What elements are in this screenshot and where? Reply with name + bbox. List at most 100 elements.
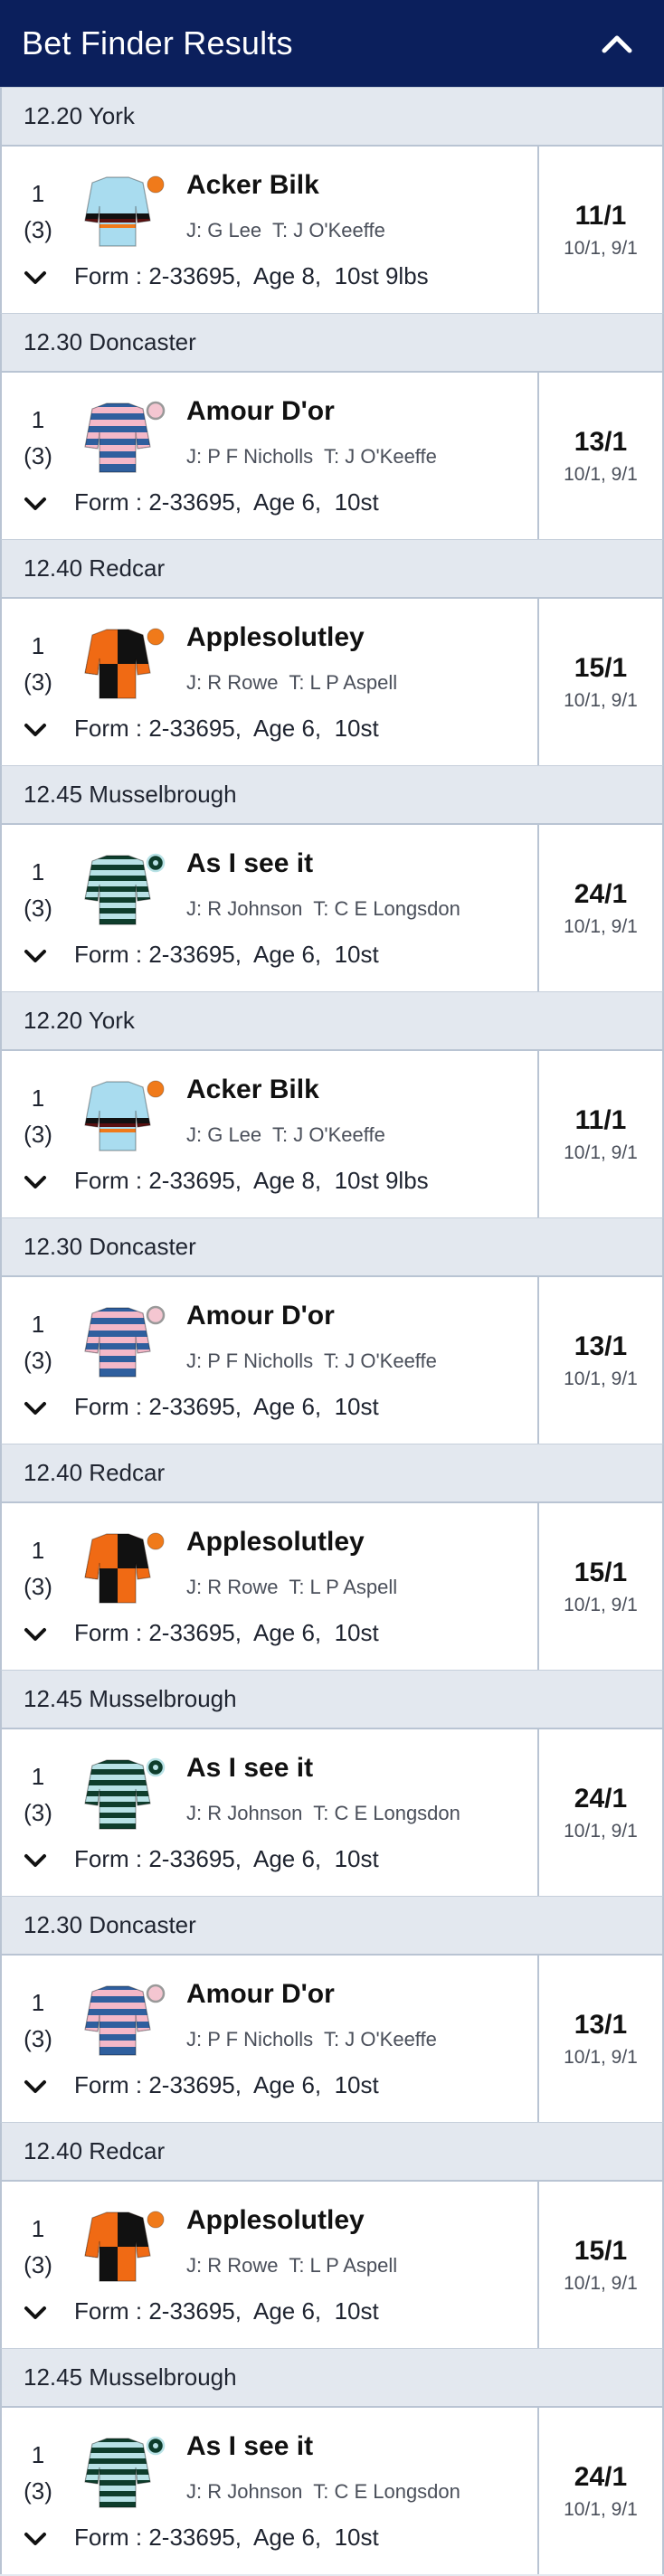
odds-button[interactable]: 24/1 10/1, 9/1	[537, 1729, 662, 1896]
runner-row[interactable]: 1 (3) Amour D'or J: P F Nicholls T: J O'…	[0, 1954, 664, 2122]
odds-button[interactable]: 13/1 10/1, 9/1	[537, 373, 662, 539]
race-section-header: 12.45 Musselbrough	[0, 2348, 664, 2406]
runner-number: 1	[31, 1084, 45, 1112]
runner-row[interactable]: 1 (3) Acker Bilk J: G Lee T: J O'Keeffe …	[0, 1049, 664, 1217]
jockey-name: J: R Johnson	[186, 2480, 303, 2503]
runner-draw: (3)	[24, 668, 52, 696]
horse-name[interactable]: Amour D'or	[186, 396, 335, 427]
jockey-name: J: R Rowe	[186, 2254, 279, 2277]
horse-name[interactable]: As I see it	[186, 848, 313, 879]
runner-position: 1 (3)	[18, 1758, 58, 1831]
runner-details: 1 (3) Amour D'or J: P F Nicholls T: J O'…	[2, 1277, 537, 1444]
jockey-name: J: P F Nicholls	[186, 445, 314, 468]
jockey-silks-icon	[84, 1305, 166, 1378]
odds-button[interactable]: 24/1 10/1, 9/1	[537, 825, 662, 991]
current-odds: 13/1	[574, 1331, 628, 1361]
horse-name[interactable]: Amour D'or	[186, 1979, 335, 2010]
odds-button[interactable]: 24/1 10/1, 9/1	[537, 2408, 662, 2574]
odds-button[interactable]: 15/1 10/1, 9/1	[537, 2182, 662, 2348]
odds-button[interactable]: 11/1 10/1, 9/1	[537, 1051, 662, 1217]
race-time-venue: 12.45 Musselbrough	[24, 781, 237, 808]
horse-name[interactable]: As I see it	[186, 1753, 313, 1784]
chevron-down-icon[interactable]	[24, 270, 47, 286]
chevron-down-icon[interactable]	[24, 1626, 47, 1643]
runner-position: 1 (3)	[18, 1080, 58, 1152]
chevron-down-icon[interactable]	[24, 1174, 47, 1190]
race-section-header: 12.30 Doncaster	[0, 1896, 664, 1954]
form-summary: Form : 2-33695, Age 8, 10st 9lbs	[74, 262, 429, 289]
chevron-up-icon[interactable]	[601, 33, 633, 54]
odds-button[interactable]: 13/1 10/1, 9/1	[537, 1277, 662, 1444]
jockey-trainer: J: R Johnson T: C E Longsdon	[186, 897, 460, 921]
runner-number: 1	[31, 1311, 45, 1338]
trainer-name: T: L P Aspell	[289, 671, 398, 694]
odds-button[interactable]: 11/1 10/1, 9/1	[537, 147, 662, 313]
form-summary: Form : 2-33695, Age 6, 10st	[74, 1619, 379, 1646]
horse-name[interactable]: Acker Bilk	[186, 170, 319, 201]
runner-row[interactable]: 1 (3) Acker Bilk J: G Lee T: J O'Keeffe …	[0, 145, 664, 313]
runner-row[interactable]: 1 (3) Applesolutley J: R Rowe T: L P Asp…	[0, 597, 664, 765]
race-section-header: 12.30 Doncaster	[0, 1217, 664, 1275]
trainer-name: T: L P Aspell	[289, 1576, 398, 1598]
runner-position: 1 (3)	[18, 2437, 58, 2509]
current-odds: 13/1	[574, 2010, 628, 2040]
chevron-down-icon[interactable]	[24, 2531, 47, 2547]
previous-odds: 10/1, 9/1	[564, 1595, 638, 1615]
current-odds: 13/1	[574, 427, 628, 457]
horse-name[interactable]: Acker Bilk	[186, 1075, 319, 1105]
jockey-silks-icon	[84, 175, 165, 247]
runner-number: 1	[31, 2441, 45, 2468]
odds-button[interactable]: 13/1 10/1, 9/1	[537, 1956, 662, 2122]
horse-name[interactable]: As I see it	[186, 2431, 313, 2462]
form-summary: Form : 2-33695, Age 6, 10st	[74, 2524, 379, 2551]
jockey-silks-icon	[84, 628, 165, 699]
trainer-name: T: J O'Keeffe	[271, 1123, 385, 1146]
form-summary: Form : 2-33695, Age 6, 10st	[74, 488, 379, 516]
previous-odds: 10/1, 9/1	[564, 916, 638, 937]
form-summary: Form : 2-33695, Age 8, 10st 9lbs	[74, 1167, 429, 1194]
runner-details: 1 (3) As I see it J: R Johnson T: C E Lo…	[2, 825, 537, 991]
runner-row[interactable]: 1 (3) Amour D'or J: P F Nicholls T: J O'…	[0, 371, 664, 539]
horse-name[interactable]: Applesolutley	[186, 622, 365, 653]
runner-row[interactable]: 1 (3) Applesolutley J: R Rowe T: L P Asp…	[0, 2180, 664, 2348]
trainer-name: T: C E Longsdon	[313, 1802, 460, 1824]
horse-name[interactable]: Applesolutley	[186, 1527, 365, 1558]
runner-draw: (3)	[24, 2477, 52, 2505]
runner-row[interactable]: 1 (3) As I see it J: R Johnson T: C E Lo…	[0, 823, 664, 991]
race-section-header: 12.20 York	[0, 991, 664, 1049]
runner-details: 1 (3) Applesolutley J: R Rowe T: L P Asp…	[2, 599, 537, 765]
previous-odds: 10/1, 9/1	[564, 238, 638, 259]
race-section-header: 12.40 Redcar	[0, 2122, 664, 2180]
jockey-name: J: G Lee	[186, 219, 262, 242]
jockey-trainer: J: G Lee T: J O'Keeffe	[186, 1123, 385, 1147]
chevron-down-icon[interactable]	[24, 722, 47, 738]
chevron-down-icon[interactable]	[24, 2305, 47, 2321]
runner-draw: (3)	[24, 895, 52, 922]
odds-button[interactable]: 15/1 10/1, 9/1	[537, 1503, 662, 1670]
runner-row[interactable]: 1 (3) Amour D'or J: P F Nicholls T: J O'…	[0, 1275, 664, 1444]
chevron-down-icon[interactable]	[24, 1852, 47, 1869]
runner-row[interactable]: 1 (3) As I see it J: R Johnson T: C E Lo…	[0, 1728, 664, 1896]
runner-draw: (3)	[24, 1347, 52, 1374]
previous-odds: 10/1, 9/1	[564, 2273, 638, 2294]
previous-odds: 10/1, 9/1	[564, 1142, 638, 1163]
previous-odds: 10/1, 9/1	[564, 2499, 638, 2520]
runner-draw: (3)	[24, 2251, 52, 2278]
runner-details: 1 (3) Acker Bilk J: G Lee T: J O'Keeffe …	[2, 147, 537, 313]
race-time-venue: 12.45 Musselbrough	[24, 2363, 237, 2391]
runner-row[interactable]: 1 (3) As I see it J: R Johnson T: C E Lo…	[0, 2406, 664, 2574]
horse-name[interactable]: Applesolutley	[186, 2205, 365, 2236]
jockey-name: J: R Rowe	[186, 671, 279, 694]
race-time-venue: 12.30 Doncaster	[24, 1233, 196, 1260]
chevron-down-icon[interactable]	[24, 1400, 47, 1416]
runner-row[interactable]: 1 (3) Applesolutley J: R Rowe T: L P Asp…	[0, 1501, 664, 1670]
race-list: 12.20 York 1 (3) Acker Bilk J: G Lee T: …	[0, 87, 664, 2574]
previous-odds: 10/1, 9/1	[564, 690, 638, 711]
odds-button[interactable]: 15/1 10/1, 9/1	[537, 599, 662, 765]
horse-name[interactable]: Amour D'or	[186, 1301, 335, 1331]
chevron-down-icon[interactable]	[24, 496, 47, 512]
runner-draw: (3)	[24, 1121, 52, 1148]
form-summary: Form : 2-33695, Age 6, 10st	[74, 1845, 379, 1872]
chevron-down-icon[interactable]	[24, 2079, 47, 2095]
chevron-down-icon[interactable]	[24, 948, 47, 964]
